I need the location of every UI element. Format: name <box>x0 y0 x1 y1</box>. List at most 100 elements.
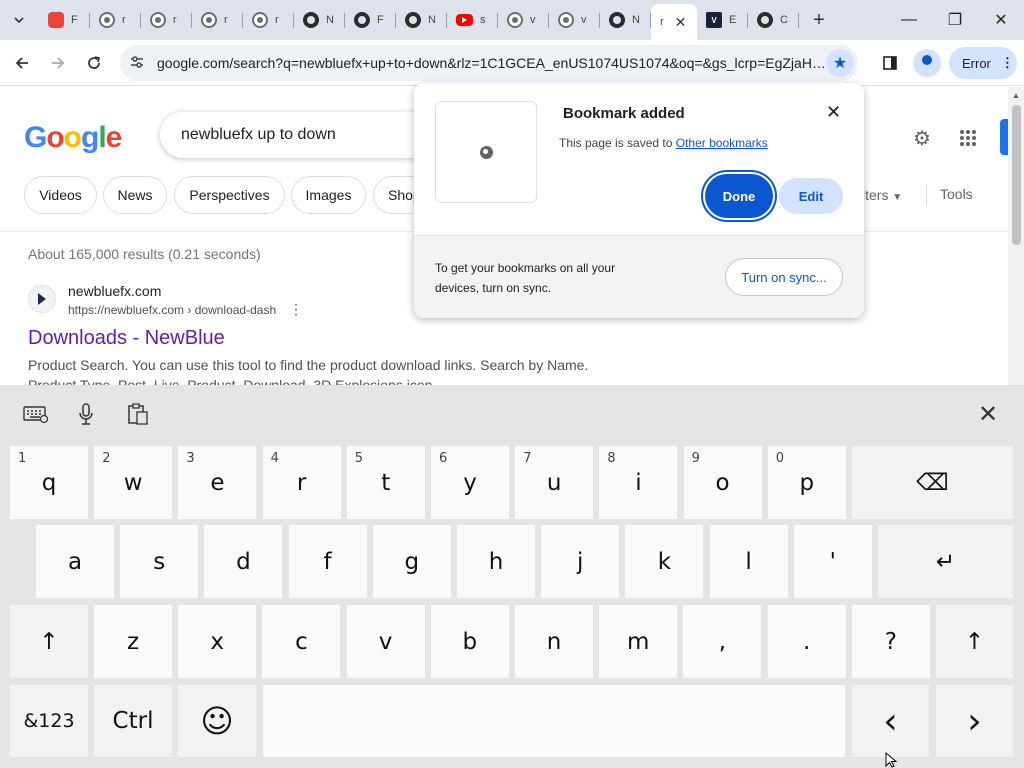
key-k[interactable]: k <box>625 525 704 598</box>
key-v[interactable]: v <box>346 605 425 678</box>
site-info-icon[interactable] <box>128 54 146 72</box>
browser-tab[interactable]: C <box>748 4 799 36</box>
key-period[interactable]: . <box>767 605 846 678</box>
symbols-key[interactable]: &123 <box>10 685 88 757</box>
shift-key-right[interactable]: ↑ <box>936 605 1013 678</box>
chip-images[interactable]: Images <box>291 176 366 214</box>
address-bar[interactable]: google.com/search?q=newbluefx+up+to+down… <box>120 45 858 81</box>
browser-tab[interactable]: r <box>90 4 141 36</box>
key-comma[interactable]: , <box>683 605 762 678</box>
enter-key[interactable]: ↵ <box>878 525 1013 598</box>
sign-in-button[interactable] <box>1000 119 1008 155</box>
browser-tab[interactable]: N <box>600 4 651 36</box>
minimize-button[interactable]: — <box>886 0 932 40</box>
url-text[interactable]: google.com/search?q=newbluefx+up+to+down… <box>157 55 827 71</box>
key-h[interactable]: h <box>457 525 535 598</box>
browser-tab[interactable]: r <box>141 4 192 36</box>
scroll-up-icon[interactable]: ▲ <box>1012 91 1020 100</box>
new-tab-button[interactable]: + <box>807 9 831 32</box>
browser-tab[interactable]: N <box>396 4 447 36</box>
key-w[interactable]: 2w <box>94 446 173 519</box>
emoji-key[interactable]: ☺ <box>178 685 256 757</box>
key-x[interactable]: x <box>178 605 257 678</box>
key-o[interactable]: 9o <box>683 446 762 519</box>
right-arrow-key[interactable]: › <box>936 685 1013 757</box>
tools-button[interactable]: Tools <box>940 186 973 202</box>
key-l[interactable]: l <box>709 525 788 598</box>
chip-videos[interactable]: Videos <box>24 176 97 214</box>
close-window-button[interactable]: ✕ <box>978 0 1024 40</box>
key-i[interactable]: 8i <box>599 446 678 519</box>
key-apostrophe[interactable]: ' <box>793 525 872 598</box>
chip-perspectives[interactable]: Perspectives <box>174 176 285 214</box>
key-e[interactable]: 3e <box>178 446 257 519</box>
browser-tab[interactable]: r ✕ <box>651 4 697 40</box>
key-question-mark[interactable]: ? <box>851 605 930 678</box>
key-p[interactable]: 0p <box>767 446 846 519</box>
browser-tab[interactable]: r <box>192 4 243 36</box>
back-button[interactable] <box>6 47 38 79</box>
clipboard-icon[interactable] <box>124 401 152 427</box>
settings-gear-icon[interactable]: ⚙ <box>910 126 934 150</box>
profile-avatar[interactable] <box>913 49 941 77</box>
key-s[interactable]: s <box>120 525 199 598</box>
result-favicon-icon[interactable] <box>28 285 56 313</box>
backspace-key[interactable]: ⌫ <box>852 446 1013 519</box>
edit-button[interactable]: Edit <box>779 178 843 214</box>
key-d[interactable]: d <box>204 525 283 598</box>
search-input[interactable]: newbluefx up to down <box>160 112 450 158</box>
maximize-button[interactable]: ❐ <box>932 0 978 40</box>
error-menu-button[interactable]: Error ⋮ <box>949 47 1017 79</box>
reload-button[interactable] <box>78 47 110 79</box>
result-menu-icon[interactable]: ⋮ <box>289 301 303 318</box>
browser-tab[interactable]: F <box>345 4 396 36</box>
key-g[interactable]: g <box>372 525 451 598</box>
space-key[interactable] <box>263 685 845 757</box>
tab-search-button[interactable] <box>7 8 31 32</box>
key-m[interactable]: m <box>599 605 678 678</box>
page-scrollbar[interactable]: ▲ <box>1008 87 1024 385</box>
google-doodle-logo[interactable]: Google <box>24 121 122 155</box>
key-r[interactable]: 4r <box>262 446 341 519</box>
browser-tab[interactable]: v <box>549 4 600 36</box>
forward-button[interactable] <box>42 47 74 79</box>
ctrl-key[interactable]: Ctrl <box>94 685 172 757</box>
result-site-name[interactable]: newbluefx.com <box>68 283 161 299</box>
key-f[interactable]: f <box>288 525 367 598</box>
tab-close-icon[interactable]: ✕ <box>675 14 687 31</box>
key-j[interactable]: j <box>541 525 620 598</box>
scrollbar-thumb[interactable] <box>1012 105 1021 245</box>
all-filters-button[interactable]: lters ▼ <box>862 187 902 203</box>
keyboard-settings-icon[interactable] <box>22 401 50 427</box>
microphone-icon[interactable] <box>72 401 100 427</box>
browser-tab[interactable]: VE <box>697 4 748 36</box>
key-n[interactable]: n <box>515 605 593 678</box>
done-button[interactable]: Done <box>705 174 773 218</box>
key-y[interactable]: 6y <box>431 446 509 519</box>
browser-tab[interactable]: r <box>243 4 294 36</box>
browser-tab[interactable]: v <box>498 4 549 36</box>
result-title-link[interactable]: Downloads - NewBlue <box>28 327 225 350</box>
chip-news[interactable]: News <box>103 176 167 214</box>
left-arrow-key[interactable]: ‹ <box>852 685 929 757</box>
side-panel-icon[interactable] <box>877 50 903 76</box>
key-z[interactable]: z <box>94 605 172 678</box>
keyboard-close-icon[interactable]: ✕ <box>975 401 1001 428</box>
shift-key-left[interactable]: ↑ <box>10 605 88 678</box>
search-query-text[interactable]: newbluefx up to down <box>181 126 336 144</box>
dialog-close-icon[interactable]: ✕ <box>826 102 841 123</box>
browser-tab[interactable]: F <box>39 4 90 36</box>
key-q[interactable]: 1q <box>10 446 88 519</box>
key-t[interactable]: 5t <box>346 446 425 519</box>
key-b[interactable]: b <box>430 605 509 678</box>
key-a[interactable]: a <box>36 525 114 598</box>
key-u[interactable]: 7u <box>515 446 594 519</box>
key-c[interactable]: c <box>262 605 341 678</box>
browser-tab[interactable]: N <box>294 4 345 36</box>
result-url[interactable]: https://newbluefx.com › download-dash <box>68 303 276 317</box>
bookmark-star-icon[interactable]: ★ <box>826 49 854 77</box>
turn-on-sync-button[interactable]: Turn on sync... <box>725 258 843 296</box>
apps-grid-icon[interactable] <box>956 126 980 150</box>
browser-tab[interactable]: s <box>447 4 498 36</box>
other-bookmarks-link[interactable]: Other bookmarks <box>676 136 768 150</box>
